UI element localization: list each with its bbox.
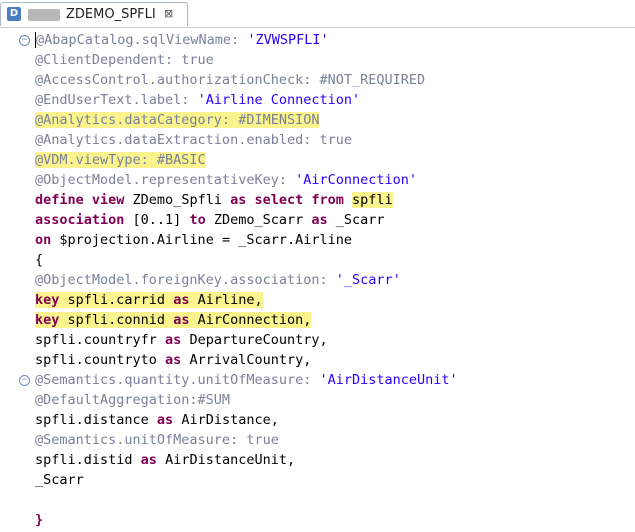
code-line: @AccessControl.authorizationCheck: #NOT_… [35, 70, 425, 90]
code-line: key spfli.carrid as Airline, [35, 290, 263, 310]
code-token: spfli [352, 192, 393, 208]
ddl-source-icon: D [7, 7, 21, 21]
code-token: as [311, 212, 336, 228]
code-line: @ObjectModel.representativeKey: 'AirConn… [35, 170, 417, 190]
tab-title: ZDEMO_SPFLI [66, 7, 156, 22]
code-token: spfli.carrid [67, 292, 174, 308]
code-line: @VDM.viewType: #BASIC [35, 150, 206, 170]
code-token: spfli.distance [35, 412, 157, 428]
code-token: @VDM.viewType: #BASIC [35, 152, 206, 168]
code-line: spfli.distid as AirDistanceUnit, [35, 450, 295, 470]
code-token: _Scarr [335, 212, 385, 228]
code-token: spfli.countryfr [35, 332, 166, 348]
code-token: spfli.connid [67, 312, 174, 328]
redacted-prefix [28, 9, 60, 21]
code-token: @EndUserText.label: [35, 92, 198, 108]
code-token: @DefaultAggregation:#SUM [35, 392, 231, 408]
code-token: as [173, 292, 198, 308]
code-token: as [156, 412, 182, 428]
code-token: @Semantics.quantity.unitOfMeasure: [35, 372, 320, 388]
code-token: spfli.distid [35, 452, 141, 468]
code-token: define view [35, 192, 133, 208]
code-token: 'AirDistanceUnit' [319, 372, 458, 388]
code-token: spfli.countryto [35, 352, 166, 368]
code-token: AirDistance, [181, 412, 279, 428]
code-token: AirDistanceUnit, [165, 452, 296, 468]
code-token: @Analytics.dataCategory: #DIMENSION [35, 112, 320, 128]
code-line: key spfli.connid as AirConnection, [35, 310, 312, 330]
code-token: DepartureCountry, [189, 332, 328, 348]
code-line: @ObjectModel.foreignKey.association: '_S… [35, 270, 401, 290]
code-token: as select from [230, 192, 353, 208]
code-token: as [173, 312, 198, 328]
code-token: { [35, 252, 44, 268]
code-token: @ObjectModel.representativeKey: [35, 172, 296, 188]
code-token: $projection.Airline = _Scarr.Airline [59, 232, 352, 248]
editor-tab-zdemo-spfli[interactable]: D ZDEMO_SPFLI ⊠ [0, 2, 188, 26]
code-line: on $projection.Airline = _Scarr.Airline [35, 230, 352, 250]
code-line: spfli.distance as AirDistance, [35, 410, 279, 430]
code-line: define view ZDemo_Spfli as select from s… [35, 190, 393, 210]
code-token: as [140, 452, 166, 468]
code-token: association [35, 212, 133, 228]
code-token: _Scarr [35, 472, 84, 488]
close-icon[interactable]: ⊠ [164, 7, 173, 20]
code-token: AirConnection, [197, 312, 312, 328]
code-line: spfli.countryfr as DepartureCountry, [35, 330, 328, 350]
code-line: _Scarr [35, 470, 84, 490]
code-token: ArrivalCountry, [189, 352, 312, 368]
code-line: @Analytics.dataCategory: #DIMENSION [35, 110, 320, 130]
code-line: association [0..1] to ZDemo_Scarr as _Sc… [35, 210, 385, 230]
fold-toggle-icon[interactable]: − [19, 375, 30, 386]
code-token: @ClientDependent: true [35, 52, 214, 68]
code-token: key [35, 292, 68, 308]
code-token: as [165, 352, 190, 368]
code-token: @AccessControl.authorizationCheck: #NOT_… [35, 72, 426, 88]
code-token: @ObjectModel.foreignKey.association: [35, 272, 336, 288]
code-token: 'AirConnection' [295, 172, 418, 188]
code-token: @Analytics.dataExtraction.enabled: true [35, 132, 352, 148]
code-line: spfli.countryto as ArrivalCountry, [35, 350, 311, 370]
code-line: @Semantics.quantity.unitOfMeasure: 'AirD… [35, 370, 458, 390]
code-line: @Analytics.dataExtraction.enabled: true [35, 130, 352, 150]
code-token: '_Scarr' [335, 272, 401, 288]
code-token: to [189, 212, 214, 228]
code-line: } [35, 510, 43, 530]
code-token: key [35, 312, 68, 328]
code-token: } [35, 512, 44, 528]
code-token: [0..1] [132, 212, 190, 228]
code-token: Airline, [197, 292, 263, 308]
code-line: @EndUserText.label: 'Airline Connection' [35, 90, 360, 110]
code-editor[interactable]: − @AbapCatalog.sqlViewName: 'ZVWSPFLI' @Cl… [0, 28, 635, 532]
code-token: @AbapCatalog.sqlViewName: [36, 32, 248, 48]
code-line: @ClientDependent: true [35, 50, 214, 70]
code-line: { [35, 250, 43, 270]
editor-tab-bar: D ZDEMO_SPFLI ⊠ [0, 0, 635, 28]
code-line: @Semantics.unitOfMeasure: true [35, 430, 279, 450]
code-token: ZDemo_Scarr [213, 212, 312, 228]
code-token: @Semantics.unitOfMeasure: true [35, 432, 279, 448]
code-line: @DefaultAggregation:#SUM [35, 390, 230, 410]
fold-toggle-icon[interactable]: − [19, 35, 30, 46]
code-token: ZDemo_Spfli [132, 192, 231, 208]
code-token: as [165, 332, 190, 348]
code-line: @AbapCatalog.sqlViewName: 'ZVWSPFLI' [35, 30, 329, 50]
code-token: on [35, 232, 60, 248]
code-token: 'Airline Connection' [197, 92, 361, 108]
code-token: 'ZVWSPFLI' [247, 32, 329, 48]
